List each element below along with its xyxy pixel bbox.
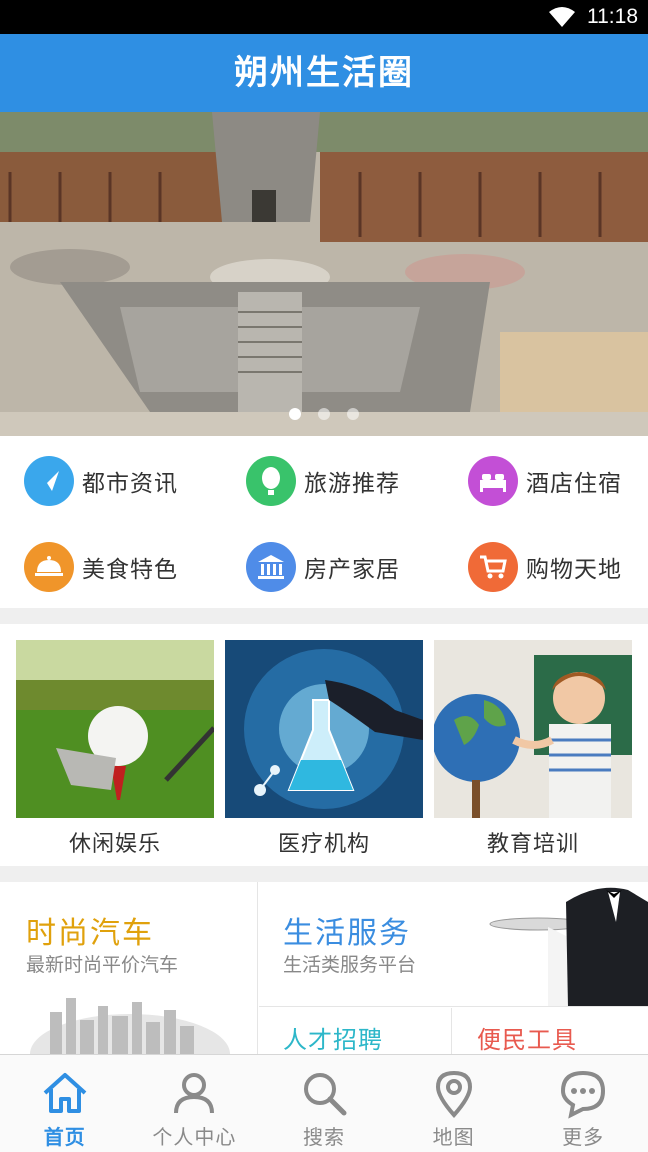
- category-label: 都市资讯: [82, 471, 178, 497]
- tab-label: 地图: [432, 1125, 475, 1149]
- page-title: 朔州生活圈: [234, 53, 414, 93]
- card-label: 教育培训: [486, 832, 579, 857]
- carousel-dot-3[interactable]: [347, 408, 360, 420]
- wifi-icon: [549, 7, 575, 27]
- feature-tool-title: 便民工具: [477, 1026, 577, 1054]
- category-label: 房产家居: [304, 557, 400, 583]
- card-label: 医疗机构: [277, 832, 370, 857]
- tab-profile[interactable]: 个人中心: [130, 1055, 260, 1152]
- tab-search[interactable]: 搜索: [259, 1055, 389, 1152]
- feature-job-title: 人才招聘: [283, 1026, 383, 1054]
- boy-globe-photo: [434, 640, 632, 818]
- feature-life-service[interactable]: 生活服务 生活类服务平台: [259, 882, 648, 1007]
- bottom-tab-bar: 首页 个人中心 搜索 地图 更多: [0, 1054, 648, 1152]
- carousel-dot-2[interactable]: [318, 408, 330, 420]
- feature-car-title: 时尚汽车: [26, 916, 154, 951]
- category-hotel[interactable]: 酒店住宿: [468, 438, 648, 524]
- app-header: 朔州生活圈: [0, 34, 648, 112]
- waiter-illustration: [489, 887, 648, 1006]
- banner-carousel[interactable]: [0, 112, 648, 436]
- category-grid: 都市资讯 旅游推荐 酒店住宿 美食特色 房产家居 购物天地: [0, 436, 648, 608]
- service-cards: 休闲娱乐 医疗机构 教育培训: [0, 624, 648, 866]
- banner-image: [0, 112, 648, 436]
- map-pin-icon: [435, 1070, 472, 1119]
- feature-life-title: 生活服务: [283, 916, 411, 951]
- status-bar: 11:18: [0, 0, 648, 34]
- city-skyline-illustration: [30, 998, 230, 1054]
- card-leisure[interactable]: 休闲娱乐: [16, 640, 214, 860]
- carousel-dot-1[interactable]: [288, 408, 301, 420]
- news-icon: [24, 456, 74, 506]
- tab-label: 更多: [562, 1125, 605, 1149]
- category-label: 酒店住宿: [526, 471, 622, 497]
- card-medical[interactable]: 医疗机构: [225, 640, 423, 860]
- golf-ball-photo: [16, 640, 214, 818]
- card-label: 休闲娱乐: [68, 832, 161, 857]
- tab-map[interactable]: 地图: [389, 1055, 519, 1152]
- lab-flask-photo: [225, 640, 423, 818]
- tab-more[interactable]: 更多: [518, 1055, 648, 1152]
- home-icon: [43, 1073, 87, 1113]
- category-label: 旅游推荐: [304, 471, 400, 497]
- category-shopping[interactable]: 购物天地: [468, 524, 648, 610]
- feature-recruitment[interactable]: 人才招聘: [259, 1008, 452, 1054]
- tab-label: 个人中心: [152, 1125, 237, 1149]
- feature-life-subtitle: 生活类服务平台: [283, 954, 417, 976]
- cart-icon: [468, 542, 518, 592]
- more-icon: [561, 1070, 606, 1119]
- feature-car[interactable]: 时尚汽车 最新时尚平价汽车: [0, 882, 258, 1054]
- food-cloche-icon: [24, 542, 74, 592]
- building-icon: [246, 542, 296, 592]
- category-real-estate[interactable]: 房产家居: [246, 524, 456, 610]
- category-food[interactable]: 美食特色: [24, 524, 234, 610]
- balloon-icon: [246, 456, 296, 506]
- category-travel[interactable]: 旅游推荐: [246, 438, 456, 524]
- bed-icon: [468, 456, 518, 506]
- category-label: 购物天地: [526, 557, 622, 583]
- feature-panel: 时尚汽车 最新时尚平价汽车 生活服务 生活类服务平台 人才招聘 便民工具: [0, 882, 648, 1054]
- tab-label: 首页: [43, 1125, 86, 1149]
- carousel-indicator: [0, 405, 648, 424]
- tab-home[interactable]: 首页: [0, 1055, 130, 1152]
- person-icon: [174, 1073, 215, 1114]
- search-icon: [303, 1073, 347, 1116]
- feature-tools[interactable]: 便民工具: [453, 1008, 648, 1054]
- tab-label: 搜索: [302, 1125, 345, 1149]
- feature-car-subtitle: 最新时尚平价汽车: [26, 954, 179, 976]
- category-city-news[interactable]: 都市资讯: [24, 438, 234, 524]
- card-education[interactable]: 教育培训: [434, 640, 632, 860]
- status-time: 11:18: [587, 5, 638, 28]
- category-label: 美食特色: [82, 557, 178, 583]
